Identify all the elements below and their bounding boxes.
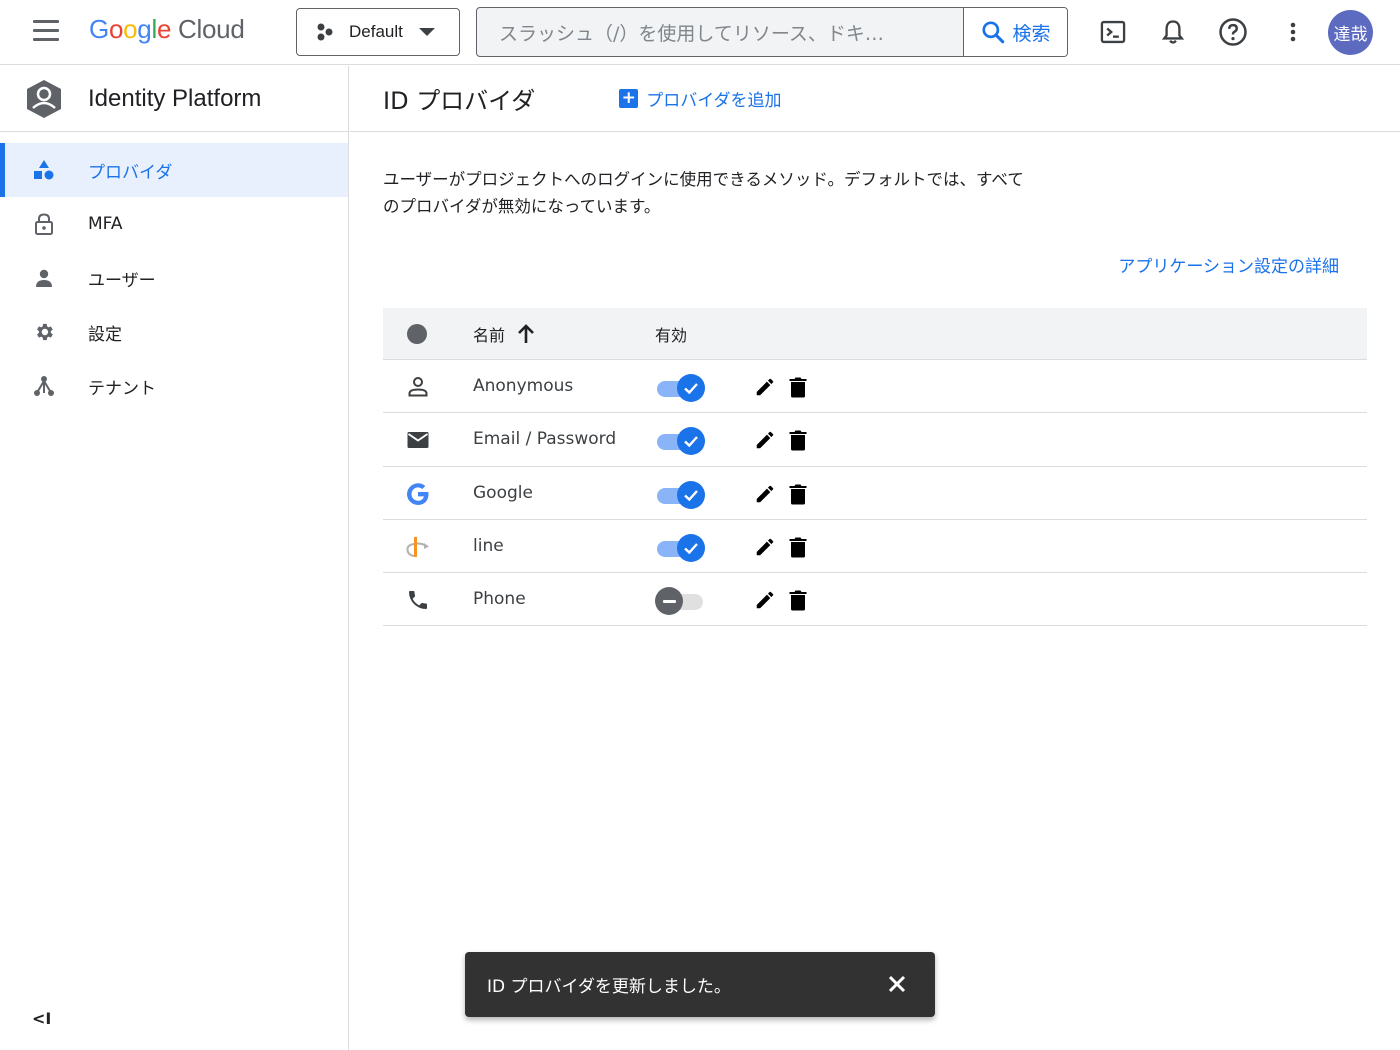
google-icon (405, 481, 431, 507)
search-button-label: 検索 (1012, 22, 1051, 45)
avatar[interactable]: 達哉 (1328, 10, 1373, 55)
project-icon (317, 23, 333, 41)
page-title: ID プロバイダ (383, 87, 536, 115)
sidebar-nav: プロバイダ MFA ユーザー 設定 テナント (0, 143, 348, 413)
add-icon: + (619, 89, 639, 108)
sidebar-item-label: MFA (88, 214, 123, 234)
menu-icon[interactable] (26, 20, 66, 46)
search-input[interactable]: スラッシュ（/）を使用してリソース、ドキ… (477, 8, 963, 56)
minus-icon (655, 587, 683, 616)
shapes-icon (33, 159, 55, 181)
table-row: line (383, 520, 1367, 574)
enabled-toggle[interactable] (655, 533, 707, 562)
sidebar-item-label: 設定 (88, 324, 122, 345)
provider-name: Phone (473, 589, 526, 610)
search-bar: スラッシュ（/）を使用してリソース、ドキ… 検索 (476, 7, 1068, 57)
table-row: Anonymous (383, 360, 1367, 414)
arrow-up-icon (518, 323, 534, 343)
provider-name: Anonymous (473, 376, 574, 396)
provider-name: line (473, 535, 504, 556)
description-line: のプロバイダが無効になっています。 (383, 197, 661, 216)
name-column-header[interactable]: 名前 (473, 322, 535, 346)
mail-icon (405, 427, 431, 453)
sidebar-item-users[interactable]: ユーザー (0, 251, 348, 305)
close-icon[interactable] (885, 972, 909, 996)
edit-icon[interactable] (752, 374, 778, 400)
delete-icon[interactable] (785, 481, 811, 507)
check-icon (677, 533, 705, 562)
enabled-toggle[interactable] (655, 586, 707, 616)
search-button[interactable]: 検索 (963, 8, 1067, 56)
enabled-toggle[interactable] (655, 373, 707, 402)
sidebar-item-label: プロバイダ (88, 162, 173, 183)
google-cloud-logo[interactable]: Google Cloud (89, 14, 245, 45)
sidebar-item-settings[interactable]: 設定 (0, 305, 348, 359)
sidebar-item-mfa[interactable]: MFA (0, 197, 348, 251)
name-column-label: 名前 (473, 325, 506, 345)
check-icon (677, 480, 705, 509)
sidebar-item-tenants[interactable]: テナント (0, 359, 348, 413)
edit-icon[interactable] (752, 427, 778, 453)
sidebar-item-label: ユーザー (88, 270, 156, 291)
delete-icon[interactable] (785, 587, 811, 613)
check-icon (677, 427, 705, 456)
help-icon[interactable] (1215, 14, 1251, 50)
gear-icon (33, 321, 55, 343)
caret-down-icon (418, 28, 435, 36)
person-outline-icon (405, 374, 431, 400)
identity-platform-icon (27, 79, 61, 118)
table-row: Phone (383, 573, 1367, 627)
openid-icon (405, 534, 431, 560)
description-line: ユーザーがプロジェクトへのログインに使用できるメソッド。デフォルトでは、すべて (383, 170, 1024, 189)
snackbar: ID プロバイダを更新しました。 (465, 952, 935, 1017)
add-provider-button[interactable]: + プロバイダを追加 (619, 86, 782, 111)
sidebar-item-label: テナント (88, 378, 156, 399)
tenant-icon (33, 375, 55, 397)
learn-more-link[interactable]: アプリケーション設定の詳細 (1118, 252, 1339, 277)
person-icon (33, 267, 55, 289)
snackbar-message: ID プロバイダを更新しました。 (487, 977, 731, 997)
enabled-column-header: 有効 (655, 325, 688, 345)
page-description: ユーザーがプロジェクトへのログインに使用できるメソッド。デフォルトでは、すべて … (383, 166, 1083, 220)
sidebar: Identity Platform プロバイダ MFA ユーザー 設定 テナント… (0, 66, 349, 1050)
edit-icon[interactable] (752, 587, 778, 613)
delete-icon[interactable] (785, 427, 811, 453)
status-column-icon (407, 323, 427, 344)
edit-icon[interactable] (752, 481, 778, 507)
top-bar: Google Cloud Default スラッシュ（/）を使用してリソース、ド… (0, 0, 1400, 65)
phone-icon (405, 587, 431, 613)
collapse-sidebar-button[interactable]: <I (32, 1009, 51, 1028)
notifications-icon[interactable] (1155, 14, 1191, 50)
product-title: Identity Platform (88, 84, 262, 112)
providers-table: 名前 有効 Anonymous Email / Password Google … (383, 308, 1367, 627)
check-icon (677, 374, 705, 402)
add-provider-label: プロバイダを追加 (646, 91, 782, 111)
main-content: ID プロバイダ + プロバイダを追加 ユーザーがプロジェクトへのログインに使用… (350, 66, 1400, 1050)
table-header: 名前 有効 (383, 308, 1367, 360)
search-icon (982, 21, 1005, 44)
edit-icon[interactable] (752, 534, 778, 560)
sidebar-item-providers[interactable]: プロバイダ (0, 143, 348, 197)
lock-icon (33, 213, 55, 235)
provider-name: Email / Password (473, 429, 617, 450)
delete-icon[interactable] (785, 534, 811, 560)
provider-name: Google (473, 482, 533, 503)
table-row: Email / Password (383, 413, 1367, 467)
enabled-toggle[interactable] (655, 426, 707, 456)
enabled-toggle[interactable] (655, 480, 707, 509)
more-vert-icon[interactable] (1275, 14, 1311, 50)
cloud-shell-icon[interactable] (1095, 14, 1131, 50)
delete-icon[interactable] (785, 374, 811, 400)
sidebar-header: Identity Platform (0, 66, 348, 132)
table-row: Google (383, 467, 1367, 520)
project-selector[interactable]: Default (296, 8, 460, 56)
page-header: ID プロバイダ + プロバイダを追加 (350, 66, 1400, 132)
project-name: Default (349, 22, 403, 41)
